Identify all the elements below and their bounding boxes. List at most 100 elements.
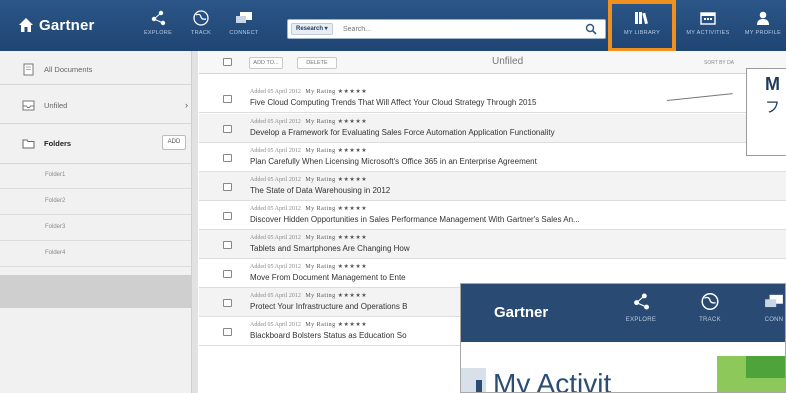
chevron-right-icon: › xyxy=(185,100,188,110)
folders-label: Folders xyxy=(44,138,72,148)
callout-text: M xyxy=(765,74,780,94)
folder-label: Folder2 xyxy=(45,198,66,204)
rating-stars[interactable]: My Rating ★★★★★ xyxy=(305,119,367,125)
inset-accent-block xyxy=(461,368,486,392)
document-title-link[interactable]: Five Cloud Computing Trends That Will Af… xyxy=(250,98,536,107)
inset-page-heading: My Activit xyxy=(493,368,612,393)
select-all-checkbox[interactable] xyxy=(223,58,232,66)
added-date: Added 05 April 2012 xyxy=(250,206,301,212)
inset-nav-track: TRACK xyxy=(685,292,735,332)
calendar-icon xyxy=(700,12,716,25)
gartner-logo[interactable]: Gartner xyxy=(18,13,95,37)
callout-box: M フ xyxy=(746,68,786,156)
document-title-link[interactable]: Protect Your Infrastructure and Operatio… xyxy=(250,302,407,311)
sidebar-item-unfiled[interactable]: Unfiled › xyxy=(0,93,198,117)
divider xyxy=(0,84,192,85)
add-to-button[interactable]: ADD TO... xyxy=(249,57,283,69)
rating-stars[interactable]: My Rating ★★★★★ xyxy=(305,89,367,95)
library-sidebar: All Documents Unfiled › Folders ADD Fold… xyxy=(0,51,198,393)
nav-my-activities-label: MY ACTIVITIES xyxy=(686,30,730,36)
sidebar-empty-area xyxy=(0,275,192,308)
row-checkbox[interactable] xyxy=(223,328,232,336)
sidebar-item-label: All Documents xyxy=(44,64,93,74)
delete-button[interactable]: DELETE xyxy=(297,57,337,69)
explore-icon xyxy=(634,293,649,310)
document-title-link[interactable]: Plan Carefully When Licensing Microsoft'… xyxy=(250,157,537,166)
search-bar: Research ▾ xyxy=(287,19,606,39)
rating-stars[interactable]: My Rating ★★★★★ xyxy=(305,264,367,270)
globe-icon xyxy=(701,293,719,310)
chat-icon xyxy=(236,12,252,23)
add-folder-button[interactable]: ADD xyxy=(162,135,186,150)
document-title-link[interactable]: Move From Document Management to Ente xyxy=(250,273,406,282)
added-date: Added 05 April 2012 xyxy=(250,119,301,125)
my-library-highlight-box xyxy=(608,0,676,52)
search-input[interactable] xyxy=(343,21,563,37)
inset-nav-explore: EXPLORE xyxy=(616,292,666,332)
rating-stars[interactable]: My Rating ★★★★★ xyxy=(305,322,367,328)
row-checkbox[interactable] xyxy=(223,299,232,307)
sidebar-item-all-documents[interactable]: All Documents xyxy=(0,58,198,80)
inset-nav-connect: CONN xyxy=(749,292,785,332)
row-checkbox[interactable] xyxy=(223,212,232,220)
rating-stars[interactable]: My Rating ★★★★★ xyxy=(305,206,367,212)
activities-preview-inset: Gartner EXPLORE TRACK CONN My Activit xyxy=(460,283,786,393)
sidebar-item-label: Unfiled xyxy=(44,100,68,110)
sidebar-item-folder2[interactable]: Folder2 xyxy=(0,190,192,215)
sidebar-item-folder1[interactable]: Folder1 xyxy=(0,164,192,189)
added-date: Added 05 April 2012 xyxy=(250,89,301,95)
explore-icon xyxy=(151,10,166,26)
nav-my-activities[interactable]: MY ACTIVITIES xyxy=(680,10,736,46)
row-meta: Added 05 April 2012 My Rating ★★★★★ xyxy=(250,292,367,299)
inset-nav-label: CONN xyxy=(764,317,784,323)
inset-accent-bar xyxy=(476,380,482,392)
sidebar-item-folder4[interactable]: Folder4 xyxy=(0,242,192,267)
added-date: Added 05 April 2012 xyxy=(250,235,301,241)
table-row[interactable]: Added 05 April 2012 My Rating ★★★★★ Disc… xyxy=(199,201,786,230)
document-title-link[interactable]: Develop a Framework for Evaluating Sales… xyxy=(250,128,555,137)
inset-nav-label: EXPLORE xyxy=(625,317,657,323)
sort-dropdown[interactable]: SORT BY DA xyxy=(704,60,734,66)
row-checkbox[interactable] xyxy=(223,183,232,191)
rating-stars[interactable]: My Rating ★★★★★ xyxy=(305,293,367,299)
table-row[interactable]: Added 05 April 2012 My Rating ★★★★★ The … xyxy=(199,172,786,201)
home-icon xyxy=(19,18,33,32)
rating-stars[interactable]: My Rating ★★★★★ xyxy=(305,177,367,183)
document-title-link[interactable]: Discover Hidden Opportunities in Sales P… xyxy=(250,215,580,224)
row-meta: Added 05 April 2012 My Rating ★★★★★ xyxy=(250,205,367,212)
chat-icon xyxy=(765,294,783,308)
brand-name: Gartner xyxy=(39,16,95,34)
table-row[interactable]: Added 05 April 2012 My Rating ★★★★★ Plan… xyxy=(199,143,786,172)
sidebar-item-folder3[interactable]: Folder3 xyxy=(0,216,192,241)
row-checkbox[interactable] xyxy=(223,95,232,103)
document-title-link[interactable]: Tablets and Smartphones Are Changing How xyxy=(250,244,410,253)
row-checkbox[interactable] xyxy=(223,125,232,133)
document-title-link[interactable]: Blackboard Bolsters Status as Education … xyxy=(250,331,407,340)
sidebar-scrollbar[interactable] xyxy=(191,51,198,393)
row-checkbox[interactable] xyxy=(223,270,232,278)
row-meta: Added 05 April 2012 My Rating ★★★★★ xyxy=(250,263,367,270)
added-date: Added 05 April 2012 xyxy=(250,264,301,270)
row-checkbox[interactable] xyxy=(223,154,232,162)
table-row[interactable]: Added 05 April 2012 My Rating ★★★★★ Five… xyxy=(199,84,786,113)
document-title-link[interactable]: The State of Data Warehousing in 2012 xyxy=(250,186,390,195)
sidebar-folders-header: Folders ADD xyxy=(0,131,198,155)
search-icon[interactable] xyxy=(585,23,597,35)
inset-green-panel xyxy=(746,356,785,378)
folder-label: Folder1 xyxy=(45,172,66,178)
added-date: Added 05 April 2012 xyxy=(250,177,301,183)
row-checkbox[interactable] xyxy=(223,241,232,249)
inset-nav-label: TRACK xyxy=(699,317,721,323)
nav-track-label: TRACK xyxy=(190,30,212,36)
list-toolbar: ADD TO... DELETE Unfiled SORT BY DA xyxy=(199,51,786,74)
table-row[interactable]: Added 05 April 2012 My Rating ★★★★★ Deve… xyxy=(199,114,786,143)
rating-stars[interactable]: My Rating ★★★★★ xyxy=(305,235,367,241)
search-scope-dropdown[interactable]: Research ▾ xyxy=(291,23,333,35)
nav-connect[interactable]: CONNECT xyxy=(216,10,272,46)
row-meta: Added 05 April 2012 My Rating ★★★★★ xyxy=(250,176,367,183)
row-meta: Added 05 April 2012 My Rating ★★★★★ xyxy=(250,118,367,125)
rating-stars[interactable]: My Rating ★★★★★ xyxy=(305,148,367,154)
document-icon xyxy=(23,63,34,75)
nav-my-profile[interactable]: MY PROFILE xyxy=(735,10,786,46)
table-row[interactable]: Added 05 April 2012 My Rating ★★★★★ Tabl… xyxy=(199,230,786,259)
